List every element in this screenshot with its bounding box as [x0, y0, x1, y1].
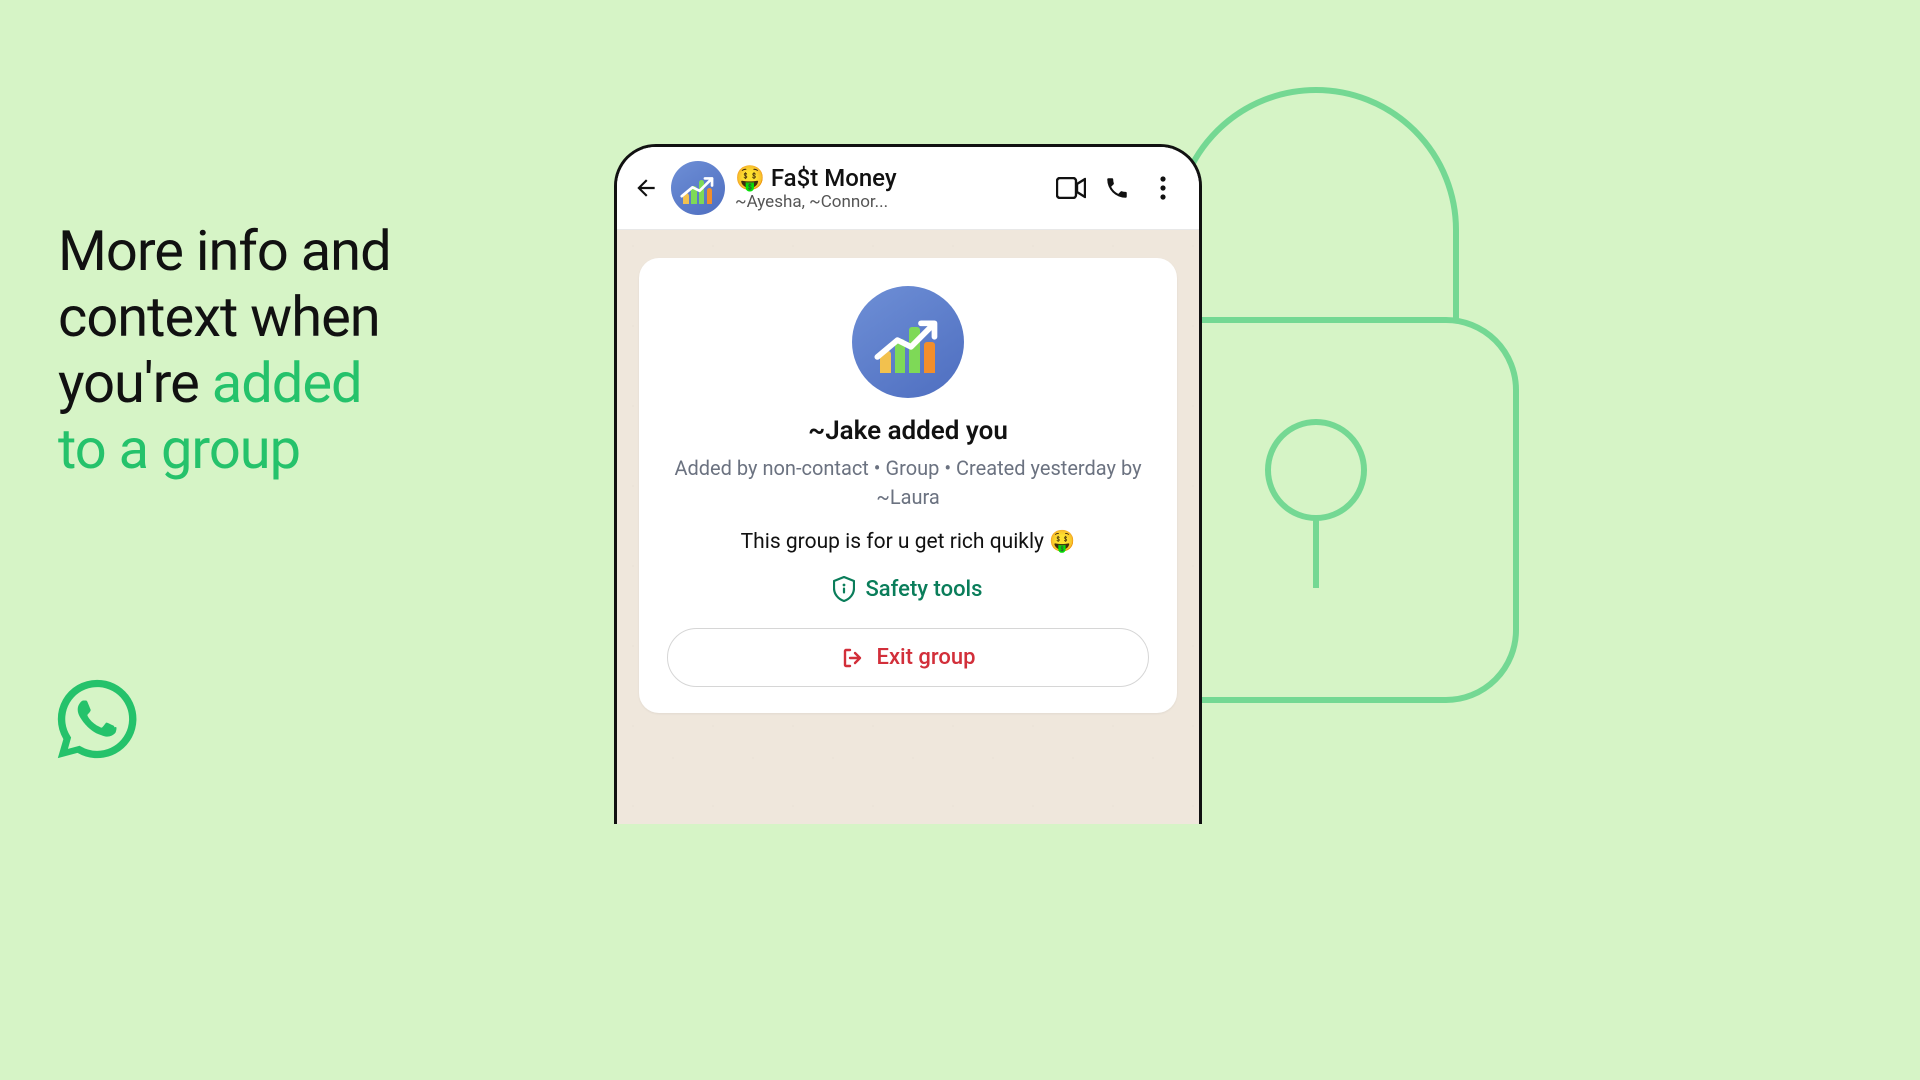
phone-mockup: 🤑 Fa$t Money ~Ayesha, ~Connor... ~Jake a… [614, 144, 1202, 824]
group-description: This group is for u get rich quikly 🤑 [667, 530, 1149, 554]
arrow-left-icon [633, 175, 659, 201]
group-members-preview: ~Ayesha, ~Connor... [735, 192, 1043, 212]
video-camera-icon [1056, 177, 1086, 199]
headline-line-3-accent: added [212, 350, 362, 416]
exit-icon [841, 646, 865, 670]
safety-tools-button[interactable]: Safety tools [667, 576, 1149, 602]
video-call-button[interactable] [1053, 177, 1089, 199]
headline-line-1: More info and [58, 218, 391, 284]
chart-growth-icon [874, 311, 941, 373]
whatsapp-logo-icon [54, 676, 140, 762]
safety-tools-label: Safety tools [865, 577, 982, 602]
voice-call-button[interactable] [1099, 175, 1135, 201]
headline-line-3-plain: you're [58, 350, 212, 416]
group-title-text: Fa$t Money [771, 164, 897, 192]
more-options-button[interactable] [1145, 176, 1181, 200]
added-by-title: ~Jake added you [667, 416, 1149, 446]
more-vertical-icon [1160, 176, 1166, 200]
group-context-meta: Added by non-contact • Group • Created y… [667, 454, 1149, 512]
back-button[interactable] [631, 173, 661, 203]
promo-headline: More info and context when you're added … [58, 218, 391, 482]
exit-group-label: Exit group [877, 645, 976, 670]
exit-group-button[interactable]: Exit group [667, 628, 1149, 687]
group-avatar-large[interactable] [852, 286, 964, 398]
chart-growth-icon [680, 172, 716, 204]
headline-line-2: context when [58, 284, 380, 350]
headline-line-4-accent: to a group [58, 416, 300, 482]
shield-info-icon [833, 576, 855, 602]
phone-icon [1104, 175, 1130, 201]
group-title-emoji: 🤑 [735, 164, 765, 192]
group-context-card: ~Jake added you Added by non-contact • G… [639, 258, 1177, 713]
chat-background: ~Jake added you Added by non-contact • G… [617, 230, 1199, 824]
chat-header: 🤑 Fa$t Money ~Ayesha, ~Connor... [617, 147, 1199, 230]
header-titles[interactable]: 🤑 Fa$t Money ~Ayesha, ~Connor... [735, 164, 1043, 212]
group-avatar-small[interactable] [671, 161, 725, 215]
